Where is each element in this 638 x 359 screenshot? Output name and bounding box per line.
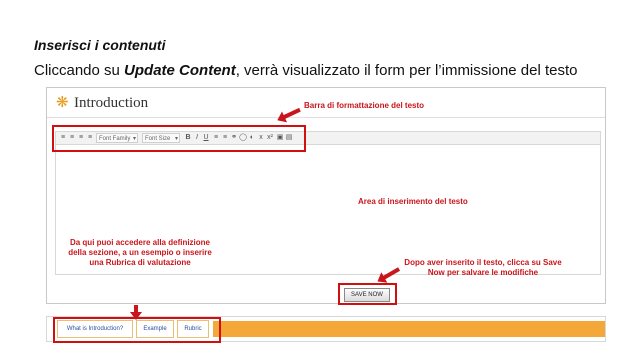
tabs-bar-fill bbox=[213, 321, 605, 337]
tabs-highlight-box bbox=[53, 317, 221, 343]
flower-icon: ❋ bbox=[56, 94, 69, 111]
subtitle-highlight: Update Content bbox=[124, 62, 236, 79]
tabs-annotation: Da qui puoi accedere alla definizione de… bbox=[68, 238, 212, 267]
slide-title: Inserisci i contenuti bbox=[34, 37, 166, 53]
save-highlight-box bbox=[338, 283, 397, 305]
subtitle-text-start: Cliccando su bbox=[34, 62, 125, 79]
toolbar-highlight-box bbox=[52, 125, 306, 152]
save-annotation: Dopo aver inserito il testo, clicca su S… bbox=[404, 258, 562, 277]
toolbar-annotation: Barra di formattazione del testo bbox=[304, 101, 425, 110]
textarea-annotation: Area di inserimento del testo bbox=[358, 197, 468, 206]
slide-subtitle: Cliccando su Update Content, verrà visua… bbox=[34, 62, 578, 79]
subtitle-text-end: , verrà visualizzato il form per l’immis… bbox=[235, 62, 578, 79]
tabs-arrow-icon bbox=[134, 305, 138, 317]
panel-title: Introduction bbox=[74, 95, 149, 111]
